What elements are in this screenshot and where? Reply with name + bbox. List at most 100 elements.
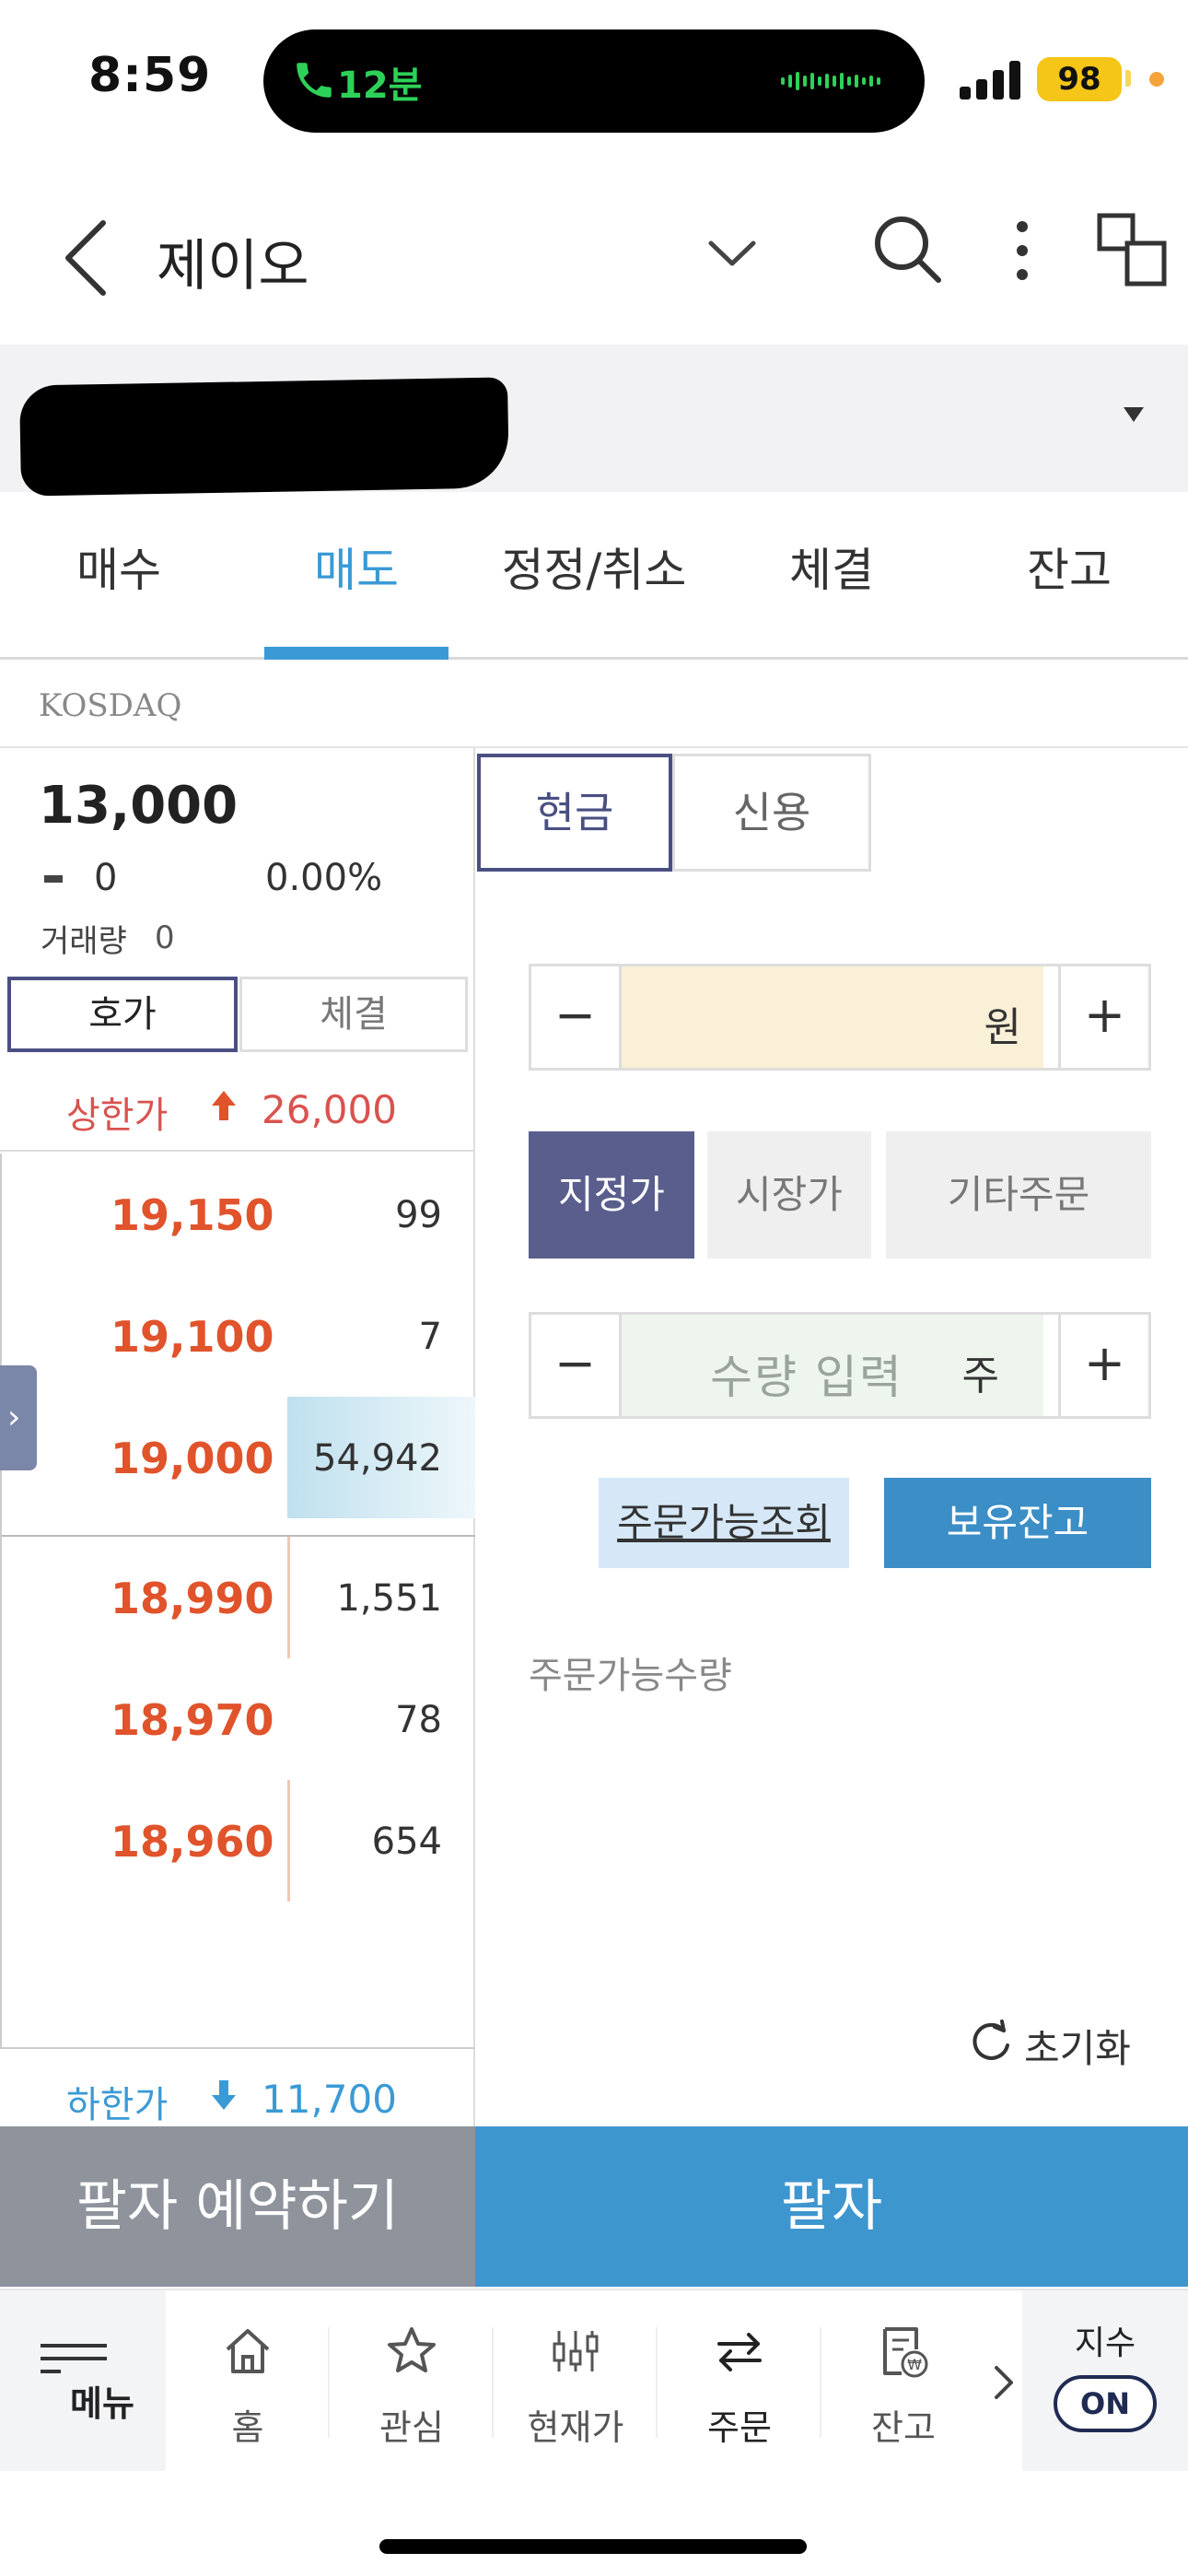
index-toggle[interactable]: ON: [1054, 2375, 1157, 2432]
ask-price: 19,150: [111, 1190, 274, 1240]
ask-price: 19,100: [111, 1312, 274, 1362]
lower-limit-label: 하한가: [66, 2084, 169, 2126]
order-type-market[interactable]: 시장가: [707, 1131, 871, 1259]
nav-label: 관심: [379, 2407, 444, 2448]
chevron-right-icon: ›: [7, 1399, 21, 1436]
order-type-other[interactable]: 기타주문: [886, 1131, 1151, 1259]
nav-balance[interactable]: ₩ 잔고: [821, 2290, 985, 2471]
tab-sell[interactable]: 매도: [238, 492, 475, 660]
upper-limit-label: 상한가: [66, 1095, 169, 1137]
order-book-ask-row[interactable]: 19,000 54,942: [2, 1397, 475, 1518]
market-label: KOSDAQ: [39, 687, 182, 724]
nav-watchlist[interactable]: 관심: [330, 2290, 494, 2471]
reserve-sell-button[interactable]: 팔자 예약하기: [0, 2126, 475, 2287]
nav-order[interactable]: 주문: [658, 2290, 821, 2471]
order-book-ask-row[interactable]: 19,100 7: [2, 1275, 475, 1397]
nav-label: 홈: [231, 2407, 264, 2448]
bid-price: 18,990: [111, 1574, 274, 1623]
upper-limit-row: 상한가 26,000: [0, 1058, 475, 1152]
upper-limit-value: 26,000: [262, 1087, 397, 1132]
bid-quantity: 1,551: [336, 1577, 442, 1620]
side-drawer-handle[interactable]: ›: [0, 1365, 37, 1470]
market-row: KOSDAQ: [0, 660, 1188, 748]
nav-current-price[interactable]: 현재가: [494, 2290, 658, 2471]
volume-value: 0: [155, 919, 175, 956]
stock-title[interactable]: 제이오: [157, 221, 309, 301]
tab-balance[interactable]: 잔고: [950, 492, 1188, 660]
quantity-unit: 주: [961, 1352, 999, 1399]
holdings-button[interactable]: 보유잔고: [884, 1478, 1151, 1568]
price-change-percent: 0.00%: [265, 857, 383, 899]
ask-quantity: 99: [395, 1194, 442, 1236]
svg-text:₩: ₩: [907, 2356, 922, 2373]
volume-label: 거래량: [41, 923, 127, 960]
back-button[interactable]: [55, 212, 120, 304]
caret-down-icon[interactable]: [1124, 407, 1144, 422]
price-increment-button[interactable]: +: [1058, 966, 1148, 1068]
order-book: 19,150 99 19,100 7 19,000 54,942 18,990 …: [0, 1153, 475, 2049]
chevron-down-icon[interactable]: [700, 221, 764, 286]
price-unit: 원: [984, 1004, 1021, 1051]
order-book-bid-row[interactable]: 18,990 1,551: [2, 1537, 475, 1658]
order-form: 현금 신용 − 원 + 지정가 시장가 기타주문 − 수량 입력 주 + 주문가…: [477, 748, 1188, 2126]
search-icon[interactable]: [870, 212, 944, 286]
nav-label: 잔고: [871, 2407, 936, 2448]
lower-limit-row: 하한가 11,700: [0, 2049, 475, 2134]
sell-button[interactable]: 팔자: [475, 2126, 1188, 2287]
ask-quantity: 54,942: [313, 1437, 442, 1480]
segment-credit[interactable]: 신용: [672, 754, 871, 872]
multi-window-icon[interactable]: [1096, 212, 1170, 289]
star-icon: [384, 2324, 439, 2379]
menu-label: 메뉴: [70, 2383, 134, 2424]
more-vertical-icon[interactable]: [1004, 212, 1041, 295]
order-type-limit[interactable]: 지정가: [529, 1131, 694, 1259]
hamburger-icon: [39, 2342, 109, 2379]
available-quantity-label: 주문가능수량: [529, 1655, 732, 1697]
check-available-button[interactable]: 주문가능조회: [599, 1478, 849, 1568]
active-tab-indicator: [264, 647, 448, 660]
index-panel: 지수 ON: [1022, 2290, 1188, 2471]
bid-price: 18,960: [111, 1817, 274, 1867]
bid-quantity: 654: [371, 1821, 442, 1863]
bid-quantity: 78: [395, 1699, 442, 1741]
price-stepper: − 원 +: [529, 964, 1151, 1071]
reset-button[interactable]: 초기화: [967, 2010, 1160, 2075]
price-input[interactable]: 원: [622, 966, 1043, 1068]
home-indicator[interactable]: [379, 2539, 807, 2554]
segment-trades[interactable]: 체결: [239, 977, 468, 1052]
quantity-decrement-button[interactable]: −: [531, 1315, 622, 1416]
status-time: 8:59: [88, 48, 212, 103]
unchanged-dash-icon: [44, 875, 63, 883]
call-duration: 12분: [337, 64, 423, 107]
chevron-right-icon[interactable]: [985, 2355, 1022, 2410]
account-selector[interactable]: [0, 345, 1188, 497]
quote-panel: 13,000 0 0.00% 거래량 0 호가 체결 상한가 26,000 19…: [0, 748, 475, 2126]
nav-home[interactable]: 홈: [166, 2290, 330, 2471]
arrow-down-icon: [210, 2078, 238, 2112]
segment-cash[interactable]: 현금: [477, 754, 672, 872]
audio-waveform-icon: [781, 70, 891, 92]
status-bar: 8:59 12분 98: [0, 0, 1188, 166]
price-change: 0: [94, 857, 118, 899]
price-decrement-button[interactable]: −: [531, 966, 622, 1068]
quantity-stepper: − 수량 입력 주 +: [529, 1312, 1151, 1419]
battery-tip: [1125, 70, 1131, 87]
order-book-ask-row[interactable]: 19,150 99: [2, 1153, 475, 1275]
menu-button[interactable]: 메뉴: [0, 2290, 166, 2471]
segment-orderbook[interactable]: 호가: [7, 977, 238, 1052]
home-icon: [220, 2324, 275, 2379]
order-book-bid-row[interactable]: 18,970 78: [2, 1658, 475, 1780]
order-tabs: 매수 매도 정정/취소 체결 잔고: [0, 492, 1188, 660]
tab-modify-cancel[interactable]: 정정/취소: [475, 492, 713, 660]
order-book-bid-row[interactable]: 18,960 654: [2, 1780, 475, 1902]
quantity-increment-button[interactable]: +: [1058, 1315, 1148, 1416]
tab-buy[interactable]: 매수: [0, 492, 238, 660]
nav-label: 현재가: [527, 2407, 624, 2448]
lower-limit-value: 11,700: [262, 2077, 397, 2122]
battery-indicator: 98: [1037, 57, 1122, 101]
tab-executions[interactable]: 체결: [713, 492, 950, 660]
quantity-input[interactable]: 수량 입력 주: [622, 1315, 1043, 1416]
dynamic-island-call[interactable]: 12분: [263, 29, 925, 133]
current-price: 13,000: [39, 776, 239, 836]
bottom-navigation: 메뉴 홈 관심 현재가 주문 ₩ 잔고 지수 ON: [0, 2289, 1188, 2471]
